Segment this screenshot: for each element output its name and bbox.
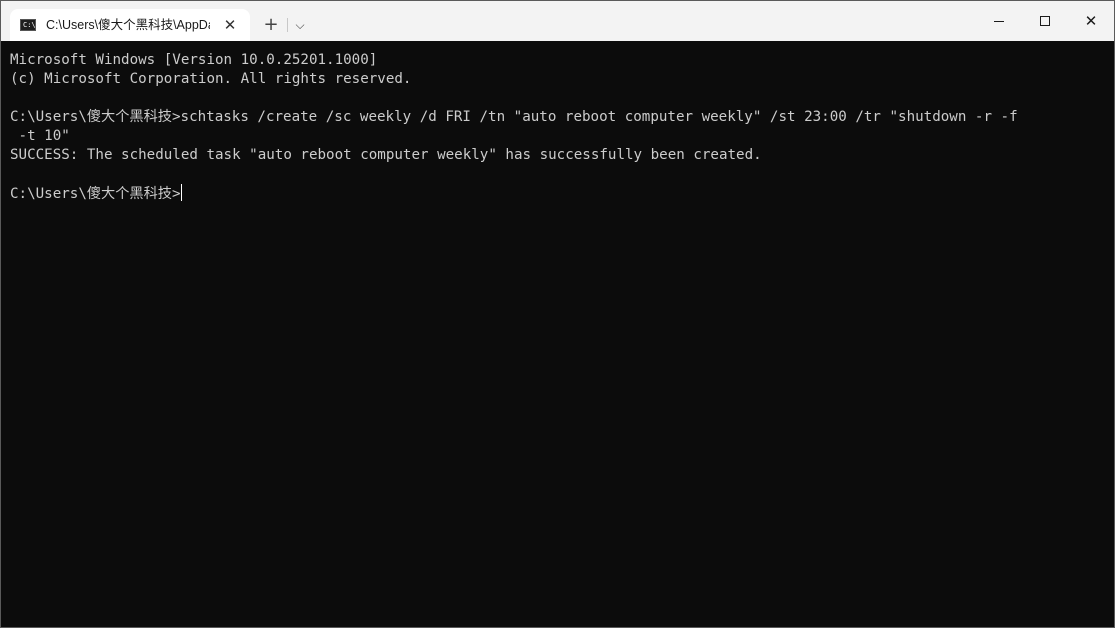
tab-divider	[287, 18, 288, 32]
maximize-icon	[1040, 16, 1050, 26]
terminal-line: Microsoft Windows [Version 10.0.25201.10…	[10, 52, 378, 68]
terminal-output[interactable]: Microsoft Windows [Version 10.0.25201.10…	[1, 41, 1114, 627]
profile-dropdown-button[interactable]: ⌵	[290, 13, 310, 37]
command-prompt-icon: C:\	[20, 19, 36, 31]
terminal-line: (c) Microsoft Corporation. All rights re…	[10, 71, 412, 87]
terminal-window: C:\ C:\Users\傻大个黑科技\AppData ✕ + ⌵ ✕ Micr…	[0, 0, 1115, 628]
minimize-icon	[994, 21, 1004, 22]
text-cursor	[180, 184, 182, 201]
tab-command-prompt[interactable]: C:\ C:\Users\傻大个黑科技\AppData ✕	[10, 9, 250, 41]
maximize-button[interactable]	[1022, 1, 1068, 41]
tab-title: C:\Users\傻大个黑科技\AppData	[46, 18, 210, 32]
close-window-button[interactable]: ✕	[1068, 1, 1114, 41]
title-bar[interactable]: C:\ C:\Users\傻大个黑科技\AppData ✕ + ⌵ ✕	[1, 1, 1114, 41]
terminal-line: -t 10"	[10, 128, 70, 144]
terminal-line: SUCCESS: The scheduled task "auto reboot…	[10, 147, 762, 163]
new-tab-button[interactable]: +	[259, 13, 283, 37]
terminal-line: C:\Users\傻大个黑科技>schtasks /create /sc wee…	[10, 109, 1018, 125]
minimize-button[interactable]	[976, 1, 1022, 41]
close-tab-icon[interactable]: ✕	[220, 15, 240, 35]
prompt-text: C:\Users\傻大个黑科技>	[10, 186, 181, 202]
prompt-line[interactable]: C:\Users\傻大个黑科技>	[10, 184, 1114, 203]
